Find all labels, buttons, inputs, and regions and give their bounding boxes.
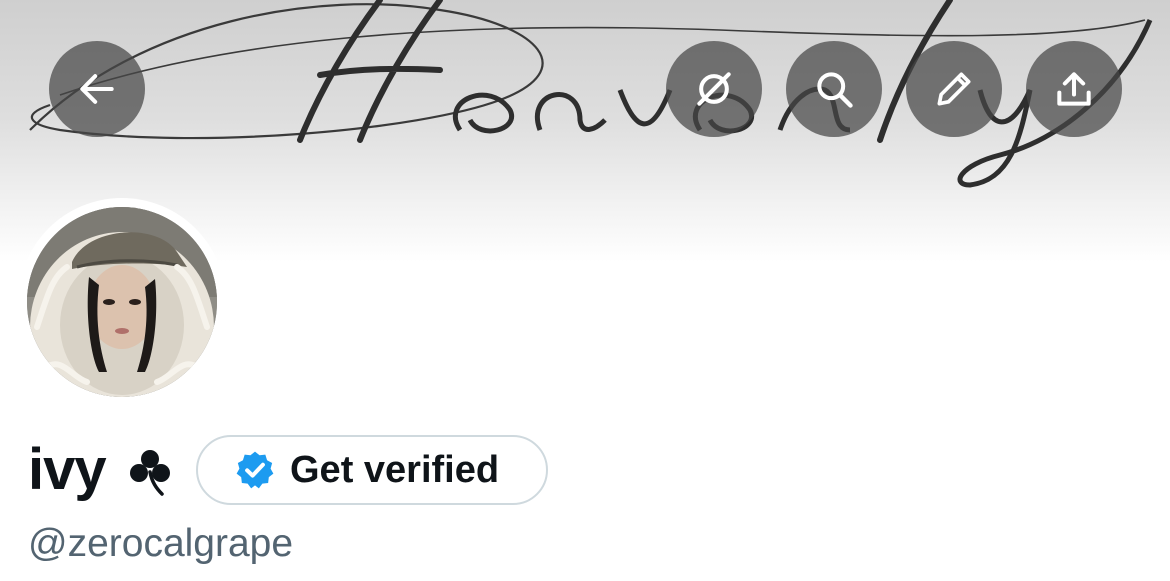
shamrock-icon [130,450,170,496]
get-verified-label: Get verified [290,448,500,491]
pencil-icon [937,72,971,106]
profile-page: ivy Get verified @zerocalgrape [0,0,1170,581]
search-icon [817,72,853,108]
verified-badge-icon [236,451,274,489]
profile-handle: @zerocalgrape [28,522,294,565]
arrow-left-icon [80,74,114,104]
share-upload-icon [1057,72,1091,106]
share-button[interactable] [1026,41,1122,137]
search-button[interactable] [786,41,882,137]
grok-button[interactable] [666,41,762,137]
get-verified-button[interactable]: Get verified [196,435,548,505]
back-button[interactable] [49,41,145,137]
grok-icon [697,72,731,106]
display-name: ivy [28,437,107,502]
avatar[interactable] [27,207,217,397]
edit-profile-button[interactable] [906,41,1002,137]
avatar-photo [27,207,217,397]
